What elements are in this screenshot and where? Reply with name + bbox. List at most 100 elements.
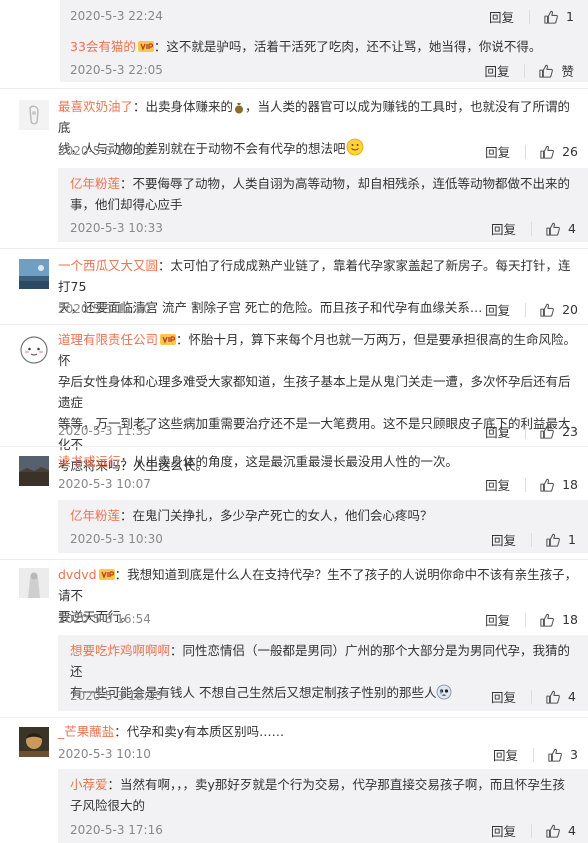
comment-time: 2020-5-3 12:50 <box>58 302 151 316</box>
comment-time: 2020-5-3 11:35 <box>58 424 151 438</box>
divider <box>533 747 535 762</box>
comment-body: 事，他们却得心应手 <box>70 197 183 212</box>
like-button[interactable]: 18 <box>540 612 578 627</box>
like-count: 4 <box>568 221 576 236</box>
reply-button[interactable]: 回复 <box>485 422 510 441</box>
username-link[interactable]: 亿年粉莲 <box>70 508 120 523</box>
like-count: 18 <box>562 612 578 627</box>
thumb-up-icon <box>546 533 560 547</box>
like-button[interactable]: 1 <box>544 9 574 24</box>
like-button[interactable]: 赞 <box>539 61 574 80</box>
like-button[interactable]: 4 <box>546 823 576 838</box>
divider <box>0 88 588 89</box>
thumb-up-icon <box>539 64 554 78</box>
thumb-up-icon <box>546 222 560 236</box>
thumb-up-icon <box>540 613 554 627</box>
username-link[interactable]: 道理有限责任公司 <box>58 332 158 347</box>
like-count: 23 <box>562 424 578 439</box>
comment-body: ：出卖身体赚来的 <box>133 99 234 114</box>
like-count: 赞 <box>561 64 574 79</box>
reply-button[interactable]: 回复 <box>491 530 516 549</box>
comment-time: 2020-5-3 10:11 <box>58 144 151 158</box>
reply-button[interactable]: 回复 <box>485 300 510 319</box>
avatar-image <box>20 336 48 364</box>
divider <box>525 424 527 439</box>
thumb-up-icon <box>540 145 554 159</box>
vip-badge-icon <box>160 334 177 345</box>
reply-button[interactable]: 回复 <box>489 7 514 26</box>
smile-emoji-icon <box>346 138 363 156</box>
like-button[interactable]: 1 <box>546 532 576 547</box>
comment-body: ：在鬼门关挣扎，多少孕产死亡的女人，他们会心疼吗？ <box>120 508 433 523</box>
sub-comment: 亿年粉莲：不要侮辱了动物，人类自诩为高等动物，却自相残杀，连低等动物都做不出来的… <box>58 168 588 242</box>
divider <box>0 248 588 249</box>
comment-body: ：不要侮辱了动物，人类自诩为高等动物，却自相残杀，连低等动物都做不出来的 <box>120 176 571 191</box>
reply-button[interactable]: 回复 <box>485 475 510 494</box>
like-count: 1 <box>566 9 574 24</box>
vip-badge-icon <box>98 569 115 580</box>
money-bag-icon <box>235 103 244 114</box>
divider <box>531 823 533 838</box>
like-button[interactable]: 3 <box>548 747 578 762</box>
username-link[interactable]: dvdvd <box>58 567 97 582</box>
avatar-image <box>19 259 49 289</box>
reply-button[interactable]: 回复 <box>485 142 510 161</box>
divider <box>525 302 527 317</box>
divider <box>531 689 533 704</box>
like-button[interactable]: 20 <box>540 302 578 317</box>
thumb-up-icon <box>540 478 554 492</box>
avatar[interactable] <box>19 456 49 486</box>
avatar[interactable] <box>19 100 49 130</box>
username-link[interactable]: _芒果蘸盐 <box>58 724 114 739</box>
username-link[interactable]: 亿年粉莲 <box>70 176 120 191</box>
reply-button[interactable]: 回复 <box>491 687 516 706</box>
reply-button[interactable]: 回复 <box>484 61 509 80</box>
comment-body: ：我想知道到底是什么人在支持代孕？生不了孩子的人说明你命中不该有亲生孩子，请不 <box>58 567 578 603</box>
divider <box>0 559 588 560</box>
comment-time: 2020-5-3 10:10 <box>58 747 151 761</box>
username-link[interactable]: 小荐爱 <box>70 777 108 792</box>
thumb-up-icon <box>548 748 562 762</box>
username-link[interactable]: 33会有猫的 <box>70 39 136 54</box>
reply-button[interactable]: 回复 <box>491 821 516 840</box>
like-button[interactable]: 26 <box>540 144 578 159</box>
comment-time: 2020-5-3 10:07 <box>58 477 151 491</box>
comment-time: 2020-5-3 18:35 <box>70 689 163 703</box>
comment-text: 读书或远行：从出卖身体的角度，这是最沉重最漫长最没用人性的一次。 <box>58 451 580 472</box>
username-link[interactable]: 想要吃炸鸡啊啊啊 <box>70 643 170 658</box>
vip-badge-icon <box>137 41 154 52</box>
divider <box>531 532 533 547</box>
like-count: 3 <box>570 747 578 762</box>
divider <box>525 144 527 159</box>
thumb-up-icon <box>544 10 558 24</box>
comment-feed: 2020-5-3 22:24 回复 1 33会有猫的 ：这不就是驴吗，活着干活死了… <box>0 0 588 843</box>
divider <box>531 221 533 236</box>
like-count: 1 <box>568 532 576 547</box>
like-button[interactable]: 4 <box>546 689 576 704</box>
divider <box>524 63 526 78</box>
divider <box>525 477 527 492</box>
avatar[interactable] <box>19 259 49 289</box>
avatar[interactable] <box>19 568 49 598</box>
avatar[interactable] <box>19 727 49 757</box>
comment-text: 亿年粉莲：不要侮辱了动物，人类自诩为高等动物，却自相残杀，连低等动物都做不出来的… <box>70 173 580 215</box>
avatar[interactable] <box>19 335 49 365</box>
username-link[interactable]: 一个西瓜又大又圆 <box>58 258 158 273</box>
comment-time: 2020-5-3 10:30 <box>70 532 163 546</box>
comment-body: 子风险很大的 <box>70 798 146 813</box>
like-button[interactable]: 4 <box>546 221 576 236</box>
comment-time: 2020-5-3 17:16 <box>70 823 163 837</box>
reply-button[interactable]: 回复 <box>491 219 516 238</box>
comment-body: ：这不就是驴吗，活着干活死了吃肉，还不让骂，她当得，你说不得。 <box>153 39 542 54</box>
reply-button[interactable]: 回复 <box>493 745 518 764</box>
like-count: 18 <box>562 477 578 492</box>
comment-time: 2020-5-3 10:33 <box>70 221 163 235</box>
sub-comment: 亿年粉莲：在鬼门关挣扎，多少孕产死亡的女人，他们会心疼吗？ 2020-5-3 1… <box>58 500 588 553</box>
sub-comment: 小荐爱：当然有啊，，，卖y那好歹就是个行为交易，代孕那直接交易孩子啊，而且怀孕生… <box>58 769 588 843</box>
username-link[interactable]: 最喜欢奶油了 <box>58 99 133 114</box>
like-button[interactable]: 18 <box>540 477 578 492</box>
like-count: 26 <box>562 144 578 159</box>
reply-button[interactable]: 回复 <box>485 610 510 629</box>
username-link[interactable]: 读书或远行 <box>58 454 121 469</box>
like-button[interactable]: 23 <box>540 424 578 439</box>
